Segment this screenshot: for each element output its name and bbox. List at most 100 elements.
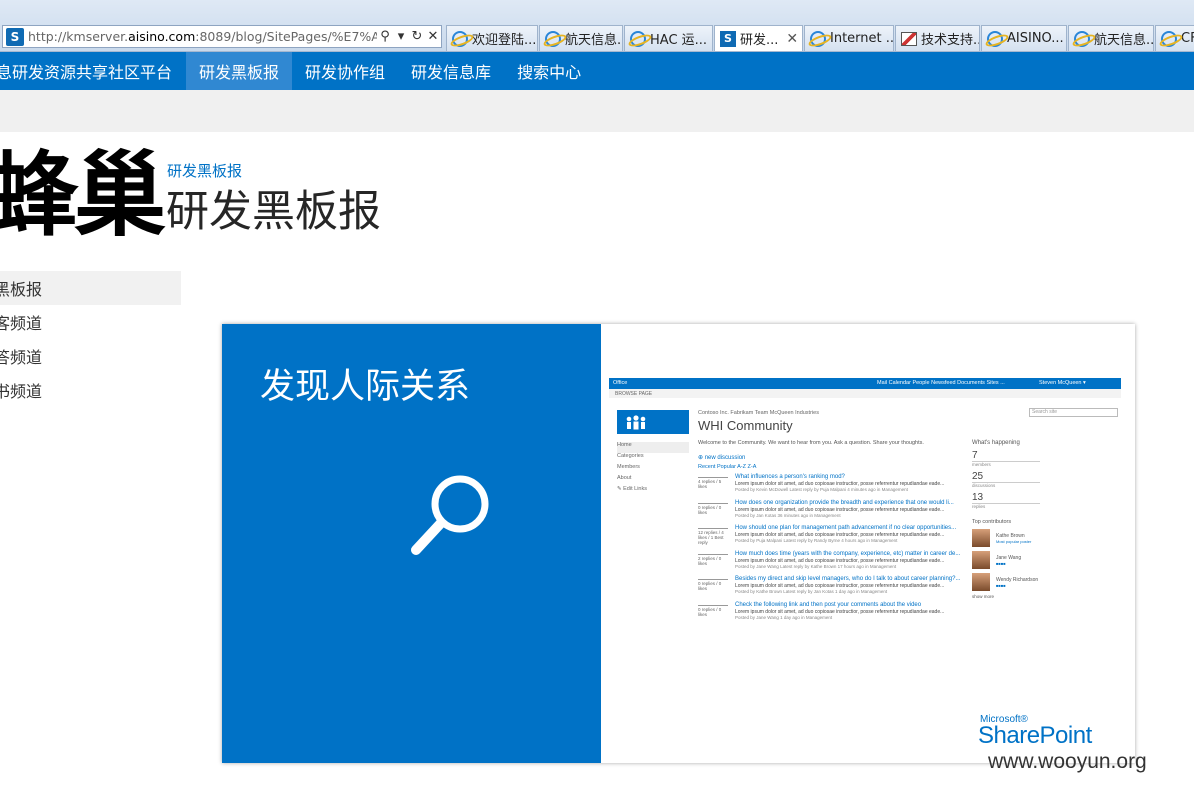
mock-contributor-text: Jane Wang ■■■■ [996, 555, 1021, 566]
avatar [972, 529, 990, 547]
top-navigation: 息研发资源共享社区平台 研发黑板报 研发协作组 研发信息库 搜索中心 [0, 52, 1194, 90]
mock-row-question: Check the following link and then post y… [735, 601, 922, 608]
quick-launch-item[interactable]: 答频道 [0, 339, 181, 373]
ie-icon [987, 30, 1003, 47]
chevron-down-icon[interactable]: ▾ [393, 29, 409, 44]
mock-contributor-text: Wendy Richardson ■■■■ [996, 577, 1038, 588]
site-logo[interactable]: 蜂巢 [0, 140, 166, 250]
refresh-icon[interactable]: ↻ [409, 29, 425, 44]
mock-contributor-note: ■■■■ [996, 560, 1006, 566]
mock-filters: Recent Popular A-Z Z-A [698, 464, 757, 470]
nav-item[interactable]: 研发黑板报 [186, 52, 293, 90]
mock-breadcrumb: Contoso Inc. Fabrikam Team McQueen Indus… [698, 410, 819, 416]
mock-row-meta: Posted by Kathe Brown Latest reply by Ja… [735, 589, 888, 594]
search-icon [411, 475, 489, 555]
mock-suite-bar: Office Mail Calendar People Newsfeed Doc… [609, 378, 1121, 389]
mock-stat-value: 13 [972, 492, 1040, 504]
close-icon[interactable]: ✕ [786, 31, 798, 47]
mock-site-logo [617, 410, 689, 434]
breadcrumb[interactable]: 研发黑板报 [167, 160, 242, 181]
mock-new-discussion: ⊕ new discussion [698, 455, 746, 461]
mock-contributor-note: Most popular poster [996, 538, 1032, 544]
ie-icon [452, 30, 468, 47]
sharepoint-screenshot: Office Mail Calendar People Newsfeed Doc… [609, 378, 1121, 688]
mock-discussion-row: 0 replies / 0 likes Check the following l… [698, 602, 953, 628]
mock-contributor-name: Jane Wang [996, 554, 1022, 561]
mock-search-box: Search site [1029, 408, 1118, 417]
nav-item[interactable]: 研发信息库 [398, 52, 504, 90]
mock-stat-value: 25 [972, 471, 1040, 483]
browser-tab[interactable]: CF [1155, 25, 1194, 51]
mock-sidebar: What's happening 7 members 25 discussions 13 r… [972, 440, 1052, 599]
close-icon[interactable]: ✕ [425, 29, 441, 44]
tab-label: 技术支持... [921, 33, 980, 48]
mock-row-stats: 0 replies / 0 likes [698, 502, 728, 515]
mock-row-meta: Posted by Jane Wang Latest reply by Kath… [735, 563, 897, 569]
mock-row-meta: Posted by Jan Kotas 36 minutes ago in Ma… [735, 512, 841, 518]
mock-row-meta: Posted by Jane Wang 1 day ago in Managem… [735, 614, 833, 620]
watermark: www.wooyun.org [988, 750, 1147, 773]
quick-launch-item[interactable]: 书频道 [0, 373, 181, 407]
mock-row-question: What influences a person's ranking mod? [735, 474, 845, 480]
mock-discussion-row: 0 replies / 0 likes Besides my direct and… [698, 576, 960, 602]
mock-stat-label: members [972, 462, 991, 467]
mock-nav-item: Categories [617, 453, 644, 459]
mock-row-stats: 2 replies / 0 likes [698, 553, 728, 566]
mock-stat-label: discussions [972, 483, 996, 488]
tab-label: 欢迎登陆... [472, 33, 537, 48]
quick-launch-item[interactable]: 黑板报 [0, 271, 181, 305]
nav-item[interactable]: 研发协作组 [292, 52, 398, 90]
mock-stat-value: 7 [972, 450, 1040, 462]
mock-contributor: Jane Wang ■■■■ [972, 551, 1052, 569]
mock-row-stats: 12 replies / 4 likes / 1 Best reply [698, 528, 728, 545]
mock-nav-item: ✎ Edit Links [617, 486, 647, 492]
mock-nav-item: Home [617, 442, 689, 453]
browser-tab[interactable]: HAC 运... [624, 25, 713, 51]
nav-item[interactable]: 息研发资源共享社区平台 [0, 52, 186, 90]
sharepoint-icon: S [6, 27, 24, 46]
sharepoint-icon: S [720, 30, 736, 47]
browser-tab[interactable]: 航天信息... [539, 25, 623, 51]
hero-image: 发现人际关系 Office Mail Calendar People Newsf… [222, 324, 1135, 763]
mock-row-question: How does one organization provide the br… [735, 499, 954, 506]
tab-label: HAC 运... [650, 33, 708, 48]
mock-discussion-row: 0 replies / 0 likes How does one organiza… [698, 499, 954, 526]
mock-welcome: Welcome to the Community. We want to hea… [698, 440, 924, 446]
search-icon[interactable]: ⚲ [377, 29, 393, 44]
browser-chrome: S http://kmserver.aisino.com:8089/blog/S… [0, 0, 1194, 52]
browser-tab[interactable]: S 研发... ✕ [714, 25, 803, 51]
browser-tab[interactable]: Internet ... [804, 25, 894, 51]
tab-label: 航天信息... [1094, 33, 1154, 48]
mock-row-question: How much does time (years with the compa… [735, 550, 961, 557]
quick-launch: 黑板报 客频道 答频道 书频道 [0, 271, 181, 407]
browser-tab[interactable]: 欢迎登陆... [446, 25, 538, 51]
image-icon [901, 31, 917, 46]
mock-contributors-label: Top contributors [972, 519, 1012, 525]
hero-blue-panel: 发现人际关系 [222, 324, 601, 763]
tab-label: 航天信息... [565, 33, 623, 48]
url-text[interactable]: http://kmserver.aisino.com:8089/blog/Sit… [28, 29, 377, 44]
tab-label: CF [1181, 31, 1194, 46]
mock-row-stats: 4 replies / 5 likes [698, 477, 728, 489]
nav-item[interactable]: 搜索中心 [504, 52, 594, 90]
avatar [972, 551, 990, 569]
people-icon [626, 415, 646, 430]
hero-heading: 发现人际关系 [260, 367, 471, 407]
ie-icon [1161, 30, 1177, 47]
mock-row-question: Besides my direct and skip level manager… [735, 576, 961, 582]
address-bar[interactable]: S http://kmserver.aisino.com:8089/blog/S… [2, 25, 442, 48]
mock-nav-item: Members [617, 464, 640, 470]
tab-label: Internet ... [830, 31, 894, 46]
mock-contributor-note: ■■■■ [996, 582, 1006, 588]
ie-icon [1074, 30, 1090, 47]
browser-tab[interactable]: 技术支持... [895, 25, 980, 51]
quick-launch-item[interactable]: 客频道 [0, 305, 181, 339]
avatar [972, 573, 990, 591]
mock-contributor: Wendy Richardson ■■■■ [972, 573, 1052, 591]
browser-tab[interactable]: AISINO... [981, 25, 1067, 51]
ie-icon [630, 30, 646, 47]
mock-discussion-list: 4 replies / 5 likes What influences a per… [698, 474, 960, 628]
browser-tab[interactable]: 航天信息... [1068, 25, 1154, 51]
ribbon-area [0, 90, 1194, 132]
tab-strip: 欢迎登陆... 航天信息... HAC 运... S 研发... ✕ Internet ..… [446, 25, 1194, 51]
